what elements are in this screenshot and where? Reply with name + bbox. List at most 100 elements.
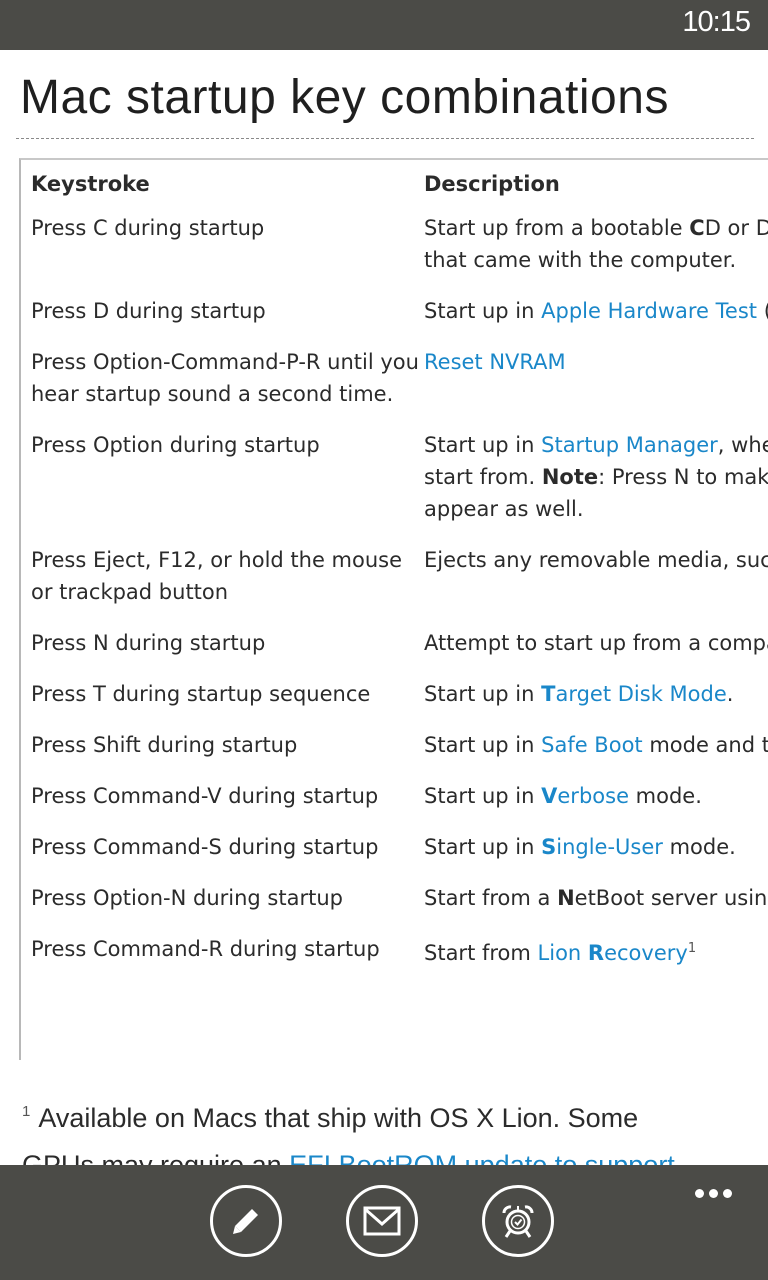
description-cell: Start up from a bootable CD or DVD, such… [424,212,768,295]
table-row: Press Eject, F12, or hold the mouse or t… [31,544,768,627]
key-combinations-table-frame: Keystroke Description Press C during sta… [19,158,768,1060]
description-link[interactable]: arget Disk Mode [555,682,726,706]
description-text: N [557,886,575,910]
keystroke-cell: Press Command-R during startup [31,937,380,961]
description-text: , where you can select an OS X volume to [717,433,768,457]
description-text: : Press N to make the first bootable Net… [598,465,768,489]
mail-icon [363,1206,401,1236]
keystroke-cell: Press C during startup [31,216,265,240]
description-text: mode. [628,784,702,808]
table-row: Press Option-Command-P-R until you hear … [31,346,768,429]
description-text: Ejects any removable media, such as an o… [424,548,768,572]
keystroke-cell: Press Option during startup [31,433,320,457]
description-cell: Attempt to start up from a compatible ne… [424,627,768,678]
table-row: Press C during startup Start up from a bo… [31,212,768,295]
key-combinations-table: Keystroke Description Press C during sta… [31,168,768,988]
table-header-row: Keystroke Description [31,168,768,212]
description-cell: Start up in Startup Manager, where you c… [424,429,768,544]
keystroke-cell: Press Eject, F12, or hold the mouse or t… [31,548,403,604]
table-row: Press N during startup Attempt to start u… [31,627,768,678]
footnote-text: Available on Macs that ship with OS X Li… [38,1103,639,1133]
alarm-clock-icon [502,1205,534,1238]
keystroke-cell: Press Option-N during startup [31,886,343,910]
title-divider [16,138,754,139]
description-text: mode. [662,835,736,859]
column-header-keystroke: Keystroke [31,172,150,196]
description-cell: Reset NVRAM [424,346,768,429]
description-link[interactable]: S [541,835,556,859]
efi-bootrom-link[interactable]: EFI BootROM update to support [289,1150,675,1165]
page-content[interactable]: Mac startup key combinations Keystroke D… [0,50,768,1165]
description-link[interactable]: T [541,682,555,706]
table-row: Press Option-N during startup Start from … [31,882,768,933]
description-text: Start from [424,941,538,965]
description-link[interactable]: R [588,941,604,965]
footnote: 1 Available on Macs that ship with OS X L… [22,1103,638,1134]
table-row: Press T during startup sequence Start up … [31,678,768,729]
email-button[interactable] [346,1185,418,1257]
edit-button[interactable] [210,1185,282,1257]
description-text: etBoot server using the default boot ima… [574,886,768,910]
table-row: Press Option during startup Start up in S… [31,429,768,544]
status-bar: 10:15 [0,0,768,50]
pencil-icon [233,1207,260,1234]
keystroke-cell: Press Command-V during startup [31,784,379,808]
description-text: mode and temporarily disable login items… [649,733,768,757]
column-header-description: Description [424,172,560,196]
footnote-line-2: GPUs may require an EFI BootROM update t… [22,1150,675,1165]
description-link[interactable]: Reset NVRAM [424,350,566,374]
description-text: Start up in [424,784,542,808]
table-row: Press Command-R during startup Start from… [31,933,768,988]
footnote-ref: 1 [687,941,697,956]
reminder-button[interactable] [482,1185,554,1257]
description-text: Start up in [424,433,542,457]
table-row: Press Command-S during startup Start up i… [31,831,768,882]
table-row: Press Shift during startup Start up in Sa… [31,729,768,780]
description-cell: Ejects any removable media, such as an o… [424,544,768,627]
description-link[interactable]: Safe Boot [541,733,643,757]
description-link[interactable]: Lion [538,941,588,965]
description-text: Start up in [424,682,542,706]
description-text: Note [541,465,599,489]
description-text: Start up in [424,835,542,859]
description-cell: Start up in Apple Hardware Test (AHT), i… [424,295,768,346]
ellipsis-icon-dot [695,1189,704,1198]
keystroke-cell: Press Shift during startup [31,733,298,757]
more-options-button[interactable] [690,1183,732,1202]
description-text: Start up in [424,299,542,323]
ellipsis-icon-dot [709,1189,718,1198]
description-text: Attempt to start up from a compatible ne… [424,631,768,655]
description-cell: Start from Lion Recovery1 [424,933,768,988]
keystroke-cell: Press Option-Command-P-R until you hear … [31,350,419,406]
table-row: Press Command-V during startup Start up i… [31,780,768,831]
description-cell: Start up in Safe Boot mode and temporari… [424,729,768,780]
description-link[interactable]: Startup Manager [541,433,718,457]
description-link[interactable]: Apple Hardware Test [541,299,757,323]
keystroke-cell: Press Command-S during startup [31,835,379,859]
footnote-mark: 1 [22,1103,31,1120]
clock: 10:15 [682,6,751,38]
table-row: Press D during startup Start up in Apple … [31,295,768,346]
page-title: Mac startup key combinations [20,71,669,124]
keystroke-cell: Press T during startup sequence [31,682,371,706]
keystroke-cell: Press D during startup [31,299,266,323]
app-bar [0,1165,768,1280]
description-text: that came with the computer. [424,248,737,272]
description-text: Start from a [424,886,558,910]
ellipsis-icon-dot [723,1189,732,1198]
description-cell: Start up in Verbose mode. [424,780,768,831]
description-text: . [726,682,734,706]
description-link[interactable]: ingle-User [556,835,663,859]
description-text: Start up in [424,733,542,757]
description-link[interactable]: erbose [557,784,629,808]
description-cell: Start up in Single-User mode. [424,831,768,882]
description-text: Start up from a bootable [424,216,690,240]
description-text: C [689,216,705,240]
description-text: start from. [424,465,542,489]
description-text: appear as well. [424,497,584,521]
description-link[interactable]: V [541,784,557,808]
description-link[interactable]: ecovery [604,941,688,965]
description-text: D or DVD, such as the OS X Install disc [704,216,768,240]
footnote-line-2-text: GPUs may require an [22,1150,290,1165]
description-cell: Start from a NetBoot server using the de… [424,882,768,933]
